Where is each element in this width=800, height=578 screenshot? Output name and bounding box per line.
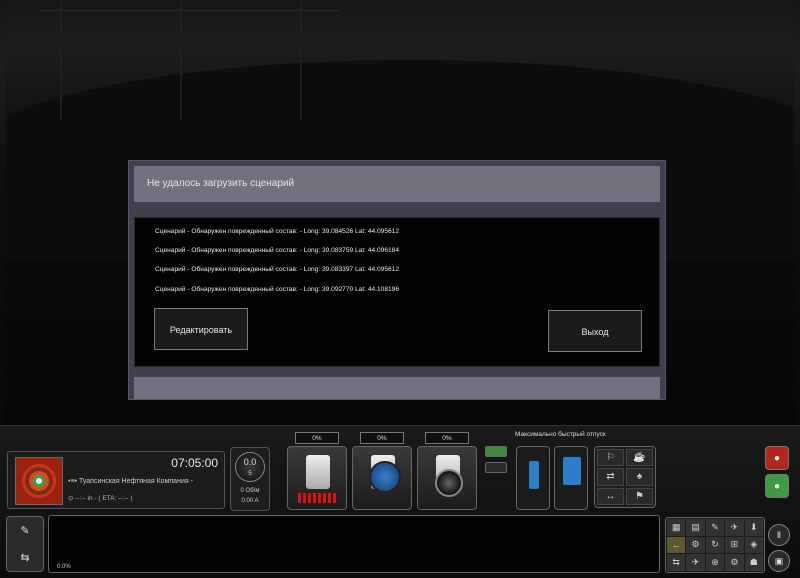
route-label: Туапсинская Нефтяная Компания - <box>78 478 193 485</box>
tool-icon[interactable]: ← <box>667 536 686 554</box>
reverser-lever[interactable] <box>352 446 412 510</box>
error-message: Сценарий - Обнаружен поврежденный состав… <box>155 247 400 254</box>
brake-knob-icon[interactable] <box>435 469 463 497</box>
tool-icon[interactable]: ✈ <box>725 519 744 536</box>
throttle-bars <box>298 493 338 503</box>
route-name: •≡• Туапсинская Нефтяная Компания - <box>68 478 193 485</box>
fuel-gauge <box>554 446 588 510</box>
go-button[interactable]: ● <box>765 474 789 498</box>
notepad-icon[interactable]: ✎ <box>20 524 29 537</box>
tool-icon[interactable]: ⊞ <box>725 536 744 554</box>
throttle-percent: 0% <box>295 432 339 444</box>
brake-lever[interactable] <box>417 446 477 510</box>
dialog-body: Сценарий - Обнаружен поврежденный состав… <box>134 217 660 367</box>
pressure-fill <box>529 461 539 489</box>
error-message: Сценарий - Обнаружен поврежденный состав… <box>155 228 400 235</box>
game-clock: 07:05:00 <box>171 456 218 470</box>
speedometer: 0.0 5 0 Об/м 0.00 A <box>230 447 270 511</box>
brake-percent: 0% <box>425 432 469 444</box>
tool-icon[interactable]: ⬇ <box>744 519 763 536</box>
route-icon: •≡• <box>68 478 77 485</box>
reverser-knob-icon[interactable] <box>369 461 401 493</box>
tool-icon[interactable]: ▤ <box>686 519 705 536</box>
editor-tool[interactable]: ✎ ⇆ <box>6 516 44 572</box>
tool-icon[interactable]: ⊕ <box>705 554 725 571</box>
quick-release-label: Максимально быстрый отпуск <box>515 431 606 438</box>
reverser-percent: 0% <box>360 432 404 444</box>
tool-icon[interactable]: ◈ <box>744 536 763 554</box>
grid-icon[interactable]: ⚐ <box>597 449 624 467</box>
train-info-panel: 07:05:00 •≡• Туапсинская Нефтяная Компан… <box>7 451 225 509</box>
lever-handle[interactable] <box>306 455 330 489</box>
catenary-mast <box>300 0 302 120</box>
catenary-mast <box>180 0 182 120</box>
exit-button[interactable]: Выход <box>548 310 642 352</box>
tool-icon[interactable]: ⚙ <box>686 536 705 554</box>
current-readout: 0.00 A <box>241 498 259 504</box>
tool-icon[interactable]: ✈ <box>686 554 705 571</box>
horn-toggle[interactable] <box>485 446 507 457</box>
throttle-lever[interactable] <box>287 446 347 510</box>
target-signal-icon <box>15 457 63 505</box>
map-icon[interactable]: ⇆ <box>20 551 29 564</box>
speed-value: 0.0 <box>243 457 257 467</box>
camera-tool-grid: ▦ ▤ ✎ ✈ ⬇ ← ⚙ ↻ ⊞ ◈ ⇆ ✈ ⊕ ⚙ ☗ <box>665 517 765 573</box>
grid-icon[interactable]: ♠ <box>626 468 653 486</box>
emergency-button[interactable]: ● <box>765 446 789 470</box>
catenary-wires <box>40 10 340 71</box>
tool-icon[interactable]: ⚙ <box>725 554 744 571</box>
dialog-footer <box>134 377 660 399</box>
error-message: Сценарий - Обнаружен поврежденный состав… <box>155 266 400 273</box>
tool-icon[interactable]: ⇆ <box>667 554 686 571</box>
load-progress: 0.0% <box>57 564 71 570</box>
error-message: Сценарий - Обнаружен поврежденный состав… <box>155 286 400 293</box>
brake-pressure-gauge <box>516 446 550 510</box>
light-toggle[interactable] <box>485 462 507 473</box>
dialog-title: Не удалось загрузить сценарий <box>134 166 660 202</box>
grid-icon[interactable]: ↔ <box>597 487 624 505</box>
speed-dial: 0.0 5 <box>235 452 265 482</box>
camera-button[interactable]: ▣ <box>768 550 790 572</box>
tool-icon[interactable]: ☗ <box>744 554 763 571</box>
control-icon-grid: ⚐ ☕ ⇄ ♠ ↔ ⚑ <box>594 446 656 508</box>
catenary-mast <box>60 0 62 120</box>
edit-button[interactable]: Редактировать <box>154 308 248 350</box>
message-log: 0.0% <box>48 515 660 573</box>
grid-icon[interactable]: ⚑ <box>626 487 653 505</box>
fuel-pump-icon <box>563 457 581 485</box>
eta-row: ⊙ --:-- in - ( ETA: --:-- ) <box>68 495 133 502</box>
grid-icon[interactable]: ☕ <box>626 449 653 467</box>
tool-icon[interactable]: ↻ <box>705 536 725 554</box>
tool-icon[interactable]: ✎ <box>705 519 725 536</box>
pause-button[interactable]: Ⅱ <box>768 524 790 546</box>
tool-icon[interactable]: ▦ <box>667 519 686 536</box>
speed-limit: 5 <box>248 471 252 477</box>
rpm-readout: 0 Об/м <box>240 488 260 494</box>
error-dialog: Не удалось загрузить сценарий Сценарий -… <box>128 160 666 400</box>
grid-icon[interactable]: ⇄ <box>597 468 624 486</box>
